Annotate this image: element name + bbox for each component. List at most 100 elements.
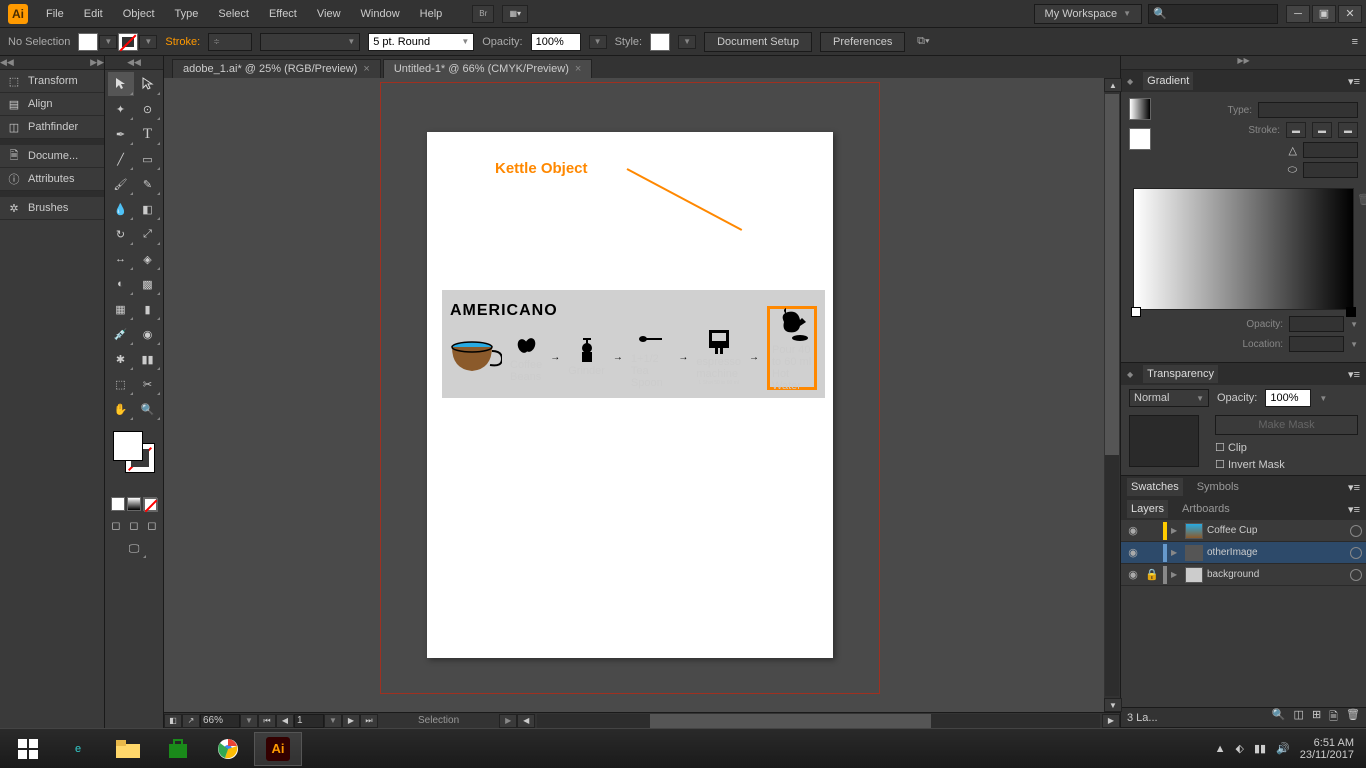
style-dropdown[interactable]: ▼: [678, 35, 696, 49]
horizontal-scrollbar[interactable]: [537, 714, 1100, 728]
slice-tool[interactable]: ✂: [135, 372, 161, 396]
layer-row-2[interactable]: ◉ ▶ otherImage: [1121, 542, 1366, 564]
blob-brush-tool[interactable]: 💧: [108, 197, 134, 221]
close-icon[interactable]: ×: [575, 63, 581, 75]
tray-expand-icon[interactable]: ▲: [1215, 743, 1226, 755]
rotate-tool[interactable]: ↻: [108, 222, 134, 246]
gradient-preview[interactable]: [1129, 98, 1151, 120]
rectangle-tool[interactable]: ▭: [135, 147, 161, 171]
stroke-swatch[interactable]: [118, 33, 138, 51]
network-icon[interactable]: ▮▮: [1254, 742, 1266, 755]
gradient-ramp[interactable]: 🗑: [1133, 188, 1354, 310]
stroke-dropdown[interactable]: ▼: [139, 35, 157, 49]
var-width-profile[interactable]: ▼: [260, 33, 360, 51]
fill-dropdown[interactable]: ▼: [99, 35, 117, 49]
fill-swatch[interactable]: [78, 33, 98, 51]
pencil-tool[interactable]: ✎: [135, 172, 161, 196]
draw-inside[interactable]: ◻: [144, 517, 160, 533]
invert-mask-checkbox[interactable]: ☐: [1215, 459, 1225, 471]
panel-menu-icon[interactable]: ▾≡: [1348, 368, 1360, 381]
draw-behind[interactable]: ◻: [126, 517, 142, 533]
canvas-viewport[interactable]: Kettle Object AMERICANO Coffee Beans → G…: [164, 78, 1120, 712]
panel-attributes[interactable]: ⓘAttributes: [0, 168, 104, 191]
artboard-input[interactable]: [294, 714, 324, 728]
direct-selection-tool[interactable]: [135, 72, 161, 96]
expand-toggle[interactable]: ▶: [1171, 570, 1181, 579]
panel-pathfinder[interactable]: ◫Pathfinder: [0, 116, 104, 139]
artboard-dropdown[interactable]: ▼: [324, 714, 342, 728]
free-transform-tool[interactable]: ◈: [135, 247, 161, 271]
volume-icon[interactable]: 🔊: [1276, 742, 1290, 755]
trash-icon[interactable]: 🗑: [1357, 193, 1366, 206]
tab-swatches[interactable]: Swatches: [1127, 478, 1183, 496]
expand-icon[interactable]: ◆: [1127, 370, 1133, 379]
zoom-tool[interactable]: 🔍: [135, 397, 161, 421]
grad-opacity-input[interactable]: [1289, 316, 1344, 332]
opacity-dropdown[interactable]: ▼: [589, 35, 607, 49]
gpu-icon2[interactable]: ↗: [182, 714, 200, 728]
taskbar-ie[interactable]: e: [54, 732, 102, 766]
visibility-toggle[interactable]: ◉: [1125, 524, 1141, 537]
grad-location-input[interactable]: [1289, 336, 1344, 352]
taskbar-explorer[interactable]: [104, 732, 152, 766]
blend-tool[interactable]: ◉: [135, 322, 161, 346]
line-tool[interactable]: ╱: [108, 147, 134, 171]
close-icon[interactable]: ×: [363, 63, 369, 75]
visibility-toggle[interactable]: ◉: [1125, 568, 1141, 581]
bridge-icon[interactable]: Br: [472, 5, 494, 23]
expand-toggle[interactable]: ▶: [1171, 526, 1181, 535]
taskbar-store[interactable]: [154, 732, 202, 766]
controlbar-menu-icon[interactable]: ≡: [1352, 36, 1358, 48]
clip-checkbox[interactable]: ☐: [1215, 442, 1225, 454]
panel-collapse-toggle[interactable]: ◀◀▶▶: [0, 56, 104, 70]
stroke-grad-1[interactable]: ▬: [1286, 122, 1306, 138]
workspace-switcher[interactable]: My Workspace ▼: [1034, 4, 1142, 24]
menu-object[interactable]: Object: [113, 0, 165, 27]
status-menu[interactable]: ▶: [499, 714, 517, 728]
artboard-last[interactable]: ⏭: [360, 714, 378, 728]
menu-edit[interactable]: Edit: [74, 0, 113, 27]
perspective-grid-tool[interactable]: ▩: [135, 272, 161, 296]
blend-mode-dropdown[interactable]: Normal▼: [1129, 389, 1209, 407]
gpu-icon[interactable]: ◧: [164, 714, 182, 728]
toolbox-collapse[interactable]: ◀◀: [105, 56, 163, 70]
panel-menu-icon[interactable]: ▾≡: [1348, 75, 1360, 88]
scroll-right[interactable]: ▶: [1102, 714, 1120, 728]
screen-mode[interactable]: 🖵: [121, 539, 147, 559]
panel-document-info[interactable]: 🗎Docume...: [0, 145, 104, 168]
paintbrush-tool[interactable]: 🖌: [108, 172, 134, 196]
gradient-type-dropdown[interactable]: [1258, 102, 1358, 118]
menu-help[interactable]: Help: [410, 0, 453, 27]
minimize-button[interactable]: ─: [1286, 5, 1310, 23]
stroke-weight-input[interactable]: ≑: [208, 33, 252, 51]
artboard-tool[interactable]: ⬚: [108, 372, 134, 396]
document-setup-button[interactable]: Document Setup: [704, 32, 812, 52]
scroll-up[interactable]: ▲: [1104, 78, 1122, 92]
scroll-down[interactable]: ▼: [1104, 698, 1122, 712]
search-input[interactable]: 🔍: [1148, 4, 1278, 24]
gradient-angle[interactable]: [1303, 142, 1358, 158]
doc-tab-2[interactable]: Untitled-1* @ 66% (CMYK/Preview)×: [383, 59, 592, 78]
panel-brushes[interactable]: ✲Brushes: [0, 197, 104, 220]
mesh-tool[interactable]: ▦: [108, 297, 134, 321]
menu-view[interactable]: View: [307, 0, 351, 27]
visibility-toggle[interactable]: ◉: [1125, 546, 1141, 559]
preferences-button[interactable]: Preferences: [820, 32, 905, 52]
type-tool[interactable]: T: [135, 122, 161, 146]
target-icon[interactable]: [1350, 569, 1362, 581]
gradient-stop-left[interactable]: [1131, 307, 1141, 317]
lock-toggle[interactable]: 🔒: [1145, 568, 1159, 581]
artboard-prev[interactable]: ◀: [276, 714, 294, 728]
menu-select[interactable]: Select: [208, 0, 259, 27]
panel-align[interactable]: ▤Align: [0, 93, 104, 116]
menu-window[interactable]: Window: [351, 0, 410, 27]
restore-button[interactable]: ▣: [1312, 5, 1336, 23]
tab-artboards[interactable]: Artboards: [1178, 500, 1234, 518]
color-mode[interactable]: [111, 497, 125, 511]
none-mode[interactable]: [143, 497, 157, 511]
tab-gradient[interactable]: Gradient: [1143, 72, 1193, 90]
gradient-aspect[interactable]: [1303, 162, 1358, 178]
panel-menu-icon[interactable]: ▾≡: [1348, 503, 1360, 516]
align-to-icon[interactable]: ⧉▾: [913, 35, 933, 48]
zoom-dropdown[interactable]: ▼: [240, 714, 258, 728]
